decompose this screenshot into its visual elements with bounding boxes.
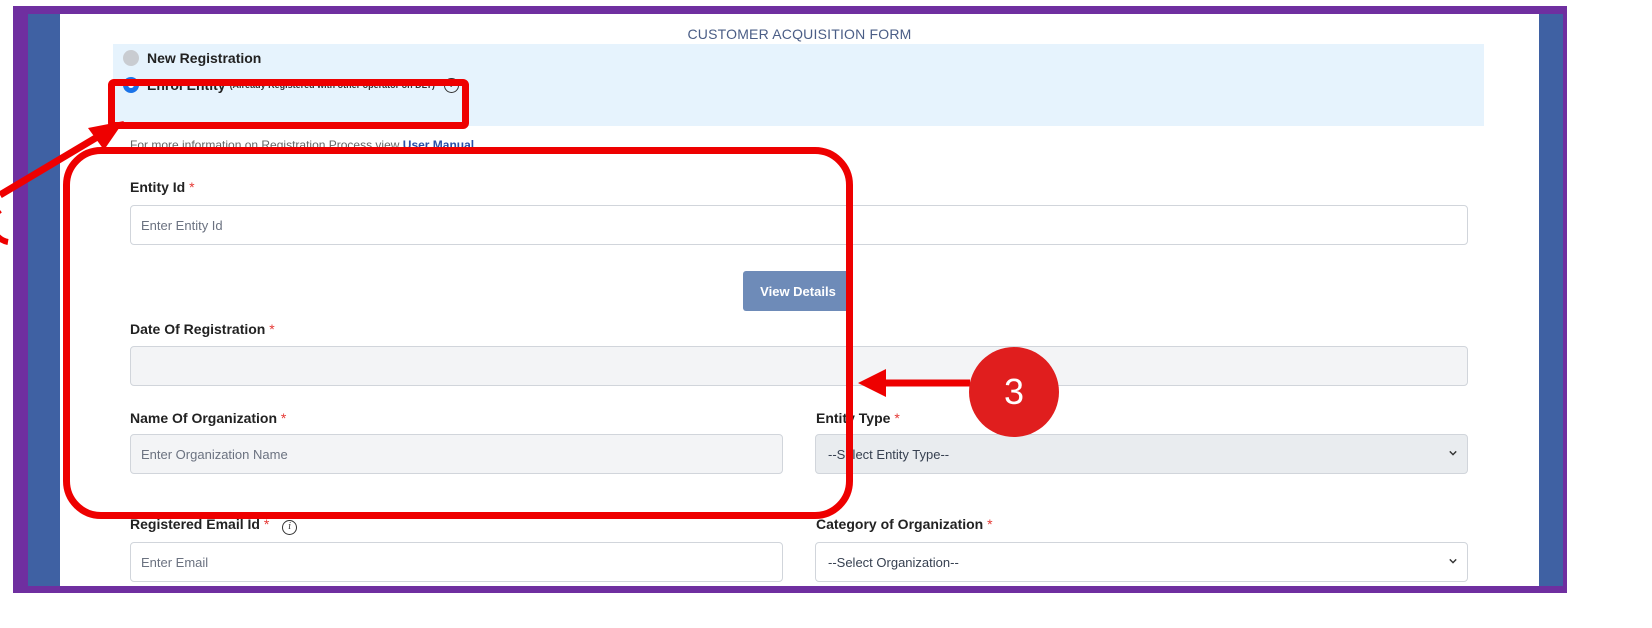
category-of-organization-label-text: Category of Organization [816,516,984,532]
category-selected: --Select Organization-- [828,554,959,570]
entity-type-select[interactable]: --Select Entity Type-- [815,434,1468,474]
chevron-down-icon [1449,558,1457,564]
annotation-highlight-enrol [108,79,469,129]
required-mark: * [894,410,900,426]
radio-new-registration[interactable] [123,50,139,66]
annotation-partial-circle [0,210,9,245]
category-of-organization-label: Category of Organization * [816,516,993,532]
form-title: CUSTOMER ACQUISITION FORM [687,26,912,42]
annotation-step-badge: 3 [969,347,1059,437]
required-mark: * [987,516,993,532]
category-of-organization-select[interactable]: --Select Organization-- [815,542,1468,582]
email-placeholder: Enter Email [141,554,209,570]
new-registration-label: New Registration [147,50,262,66]
email-input[interactable]: Enter Email [130,542,783,582]
new-registration-option[interactable]: New Registration [123,50,261,66]
info-icon[interactable]: i [282,519,298,535]
chevron-down-icon [1449,450,1457,456]
annotation-highlight-fields [63,147,853,519]
